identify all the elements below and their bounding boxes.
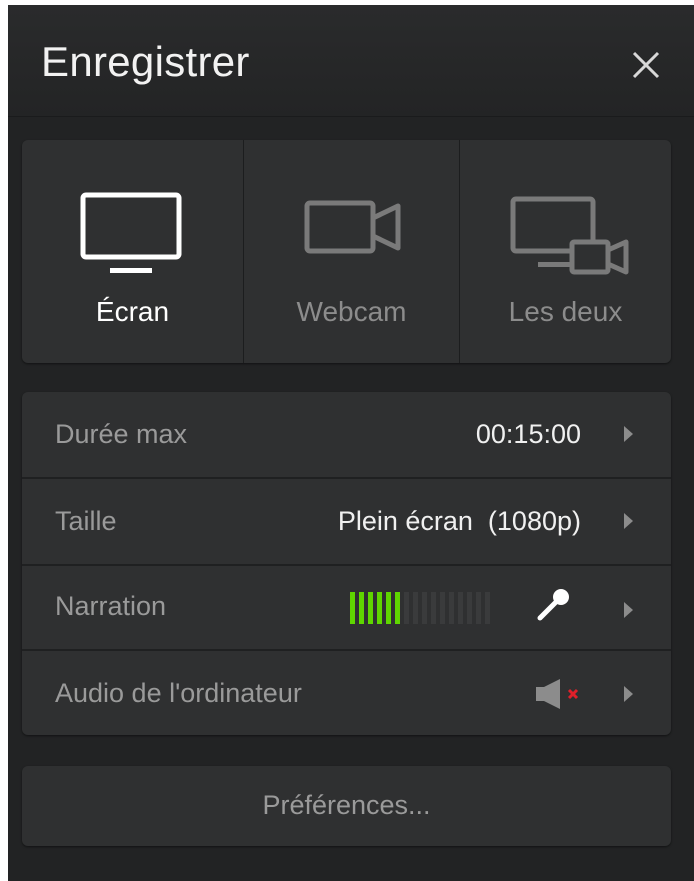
microphone-icon (537, 589, 569, 621)
preferences-button[interactable]: Préférences... (22, 766, 671, 846)
speaker-muted-icon (536, 679, 579, 709)
panel-title: Enregistrer (41, 38, 250, 85)
chevron-right-icon (624, 426, 633, 442)
meter-bar-lit (395, 592, 400, 624)
meter-bar-lit (350, 592, 355, 624)
duration-row[interactable]: Durée max 00:15:00 (22, 392, 671, 477)
chevron-right-icon (624, 513, 633, 529)
meter-bar-dim (476, 592, 481, 624)
meter-bar-dim (440, 592, 445, 624)
panel-header: Enregistrer (8, 5, 694, 117)
chevron-right-icon (624, 686, 633, 702)
mode-webcam-button[interactable]: Webcam (244, 140, 459, 363)
mode-both-label: Les deux (508, 296, 623, 327)
meter-bar-dim (458, 592, 463, 624)
meter-bar-dim (404, 592, 409, 624)
system-audio-label: Audio de l'ordinateur (55, 678, 302, 708)
size-value: Plein écran (1080p) (337, 506, 581, 536)
narration-row[interactable]: Narration (22, 566, 671, 651)
meter-bar-dim (422, 592, 427, 624)
meter-bar-dim (431, 592, 436, 624)
meter-bar-lit (377, 592, 382, 624)
recording-settings: Durée max 00:15:00 Taille Plein écran (1… (22, 392, 671, 735)
narration-label: Narration (55, 591, 167, 621)
chevron-right-icon (624, 602, 633, 618)
monitor-icon (80, 192, 182, 273)
preferences-label: Préférences... (262, 790, 431, 820)
close-icon (632, 51, 660, 79)
meter-bar-dim (449, 592, 454, 624)
meter-bar-dim (413, 592, 418, 624)
system-audio-row[interactable]: Audio de l'ordinateur (22, 651, 671, 735)
screen-and-webcam-icon (510, 196, 629, 275)
mode-screen-button[interactable]: Écran (22, 140, 243, 363)
meter-bar-dim (467, 592, 472, 624)
size-label: Taille (55, 506, 117, 536)
size-row[interactable]: Taille Plein écran (1080p) (22, 479, 671, 564)
duration-value: 00:15:00 (475, 419, 581, 449)
narration-level-meter (350, 592, 490, 624)
duration-label: Durée max (55, 419, 188, 449)
meter-bar-lit (368, 592, 373, 624)
capture-mode-selector: Écran Webcam Les deux (22, 140, 671, 363)
close-button[interactable] (626, 45, 666, 85)
mode-screen-label: Écran (95, 296, 170, 327)
mode-both-button[interactable]: Les deux (460, 140, 671, 363)
meter-bar-dim (485, 592, 490, 624)
mode-webcam-label: Webcam (296, 296, 407, 327)
meter-bar-lit (359, 592, 364, 624)
meter-bar-lit (386, 592, 391, 624)
webcam-icon (304, 200, 401, 254)
